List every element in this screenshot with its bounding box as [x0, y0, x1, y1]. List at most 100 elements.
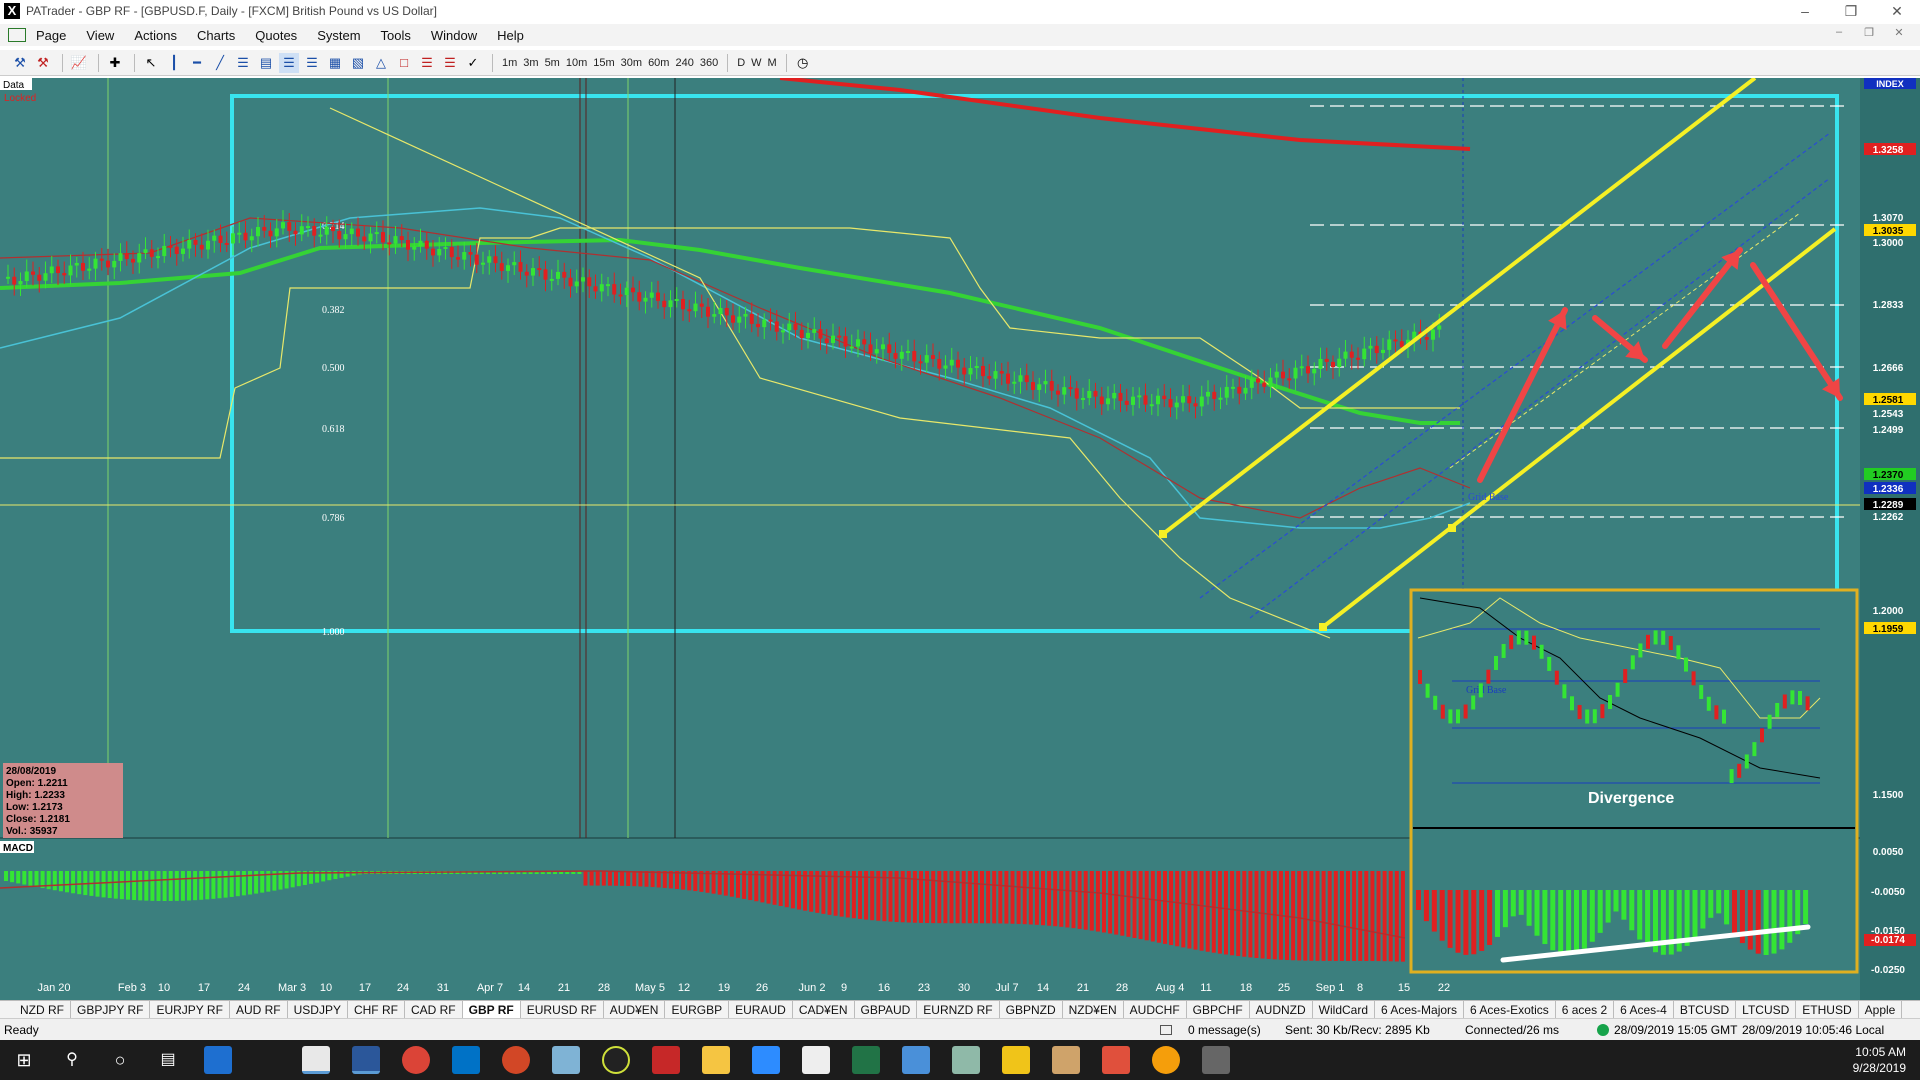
cycle-icon[interactable]: ▧ [348, 53, 368, 73]
chart-area[interactable]: DataLocked0.2140.3820.5000.6180.7861.000… [0, 78, 1920, 1000]
andrews-pitchfork-icon[interactable]: △ [371, 53, 391, 73]
symbol-tab[interactable]: AUD RF [230, 1001, 288, 1018]
chrome-icon[interactable] [402, 1046, 430, 1074]
minimize-icon[interactable]: – [1782, 0, 1828, 22]
symbol-tab[interactable]: 6 Aces-Exotics [1464, 1001, 1556, 1018]
edge-browser-icon[interactable] [204, 1046, 232, 1074]
close-icon[interactable]: ✕ [1874, 0, 1920, 22]
symbol-tab[interactable]: AUD¥EN [604, 1001, 666, 1018]
patrader-app-icon[interactable] [302, 1046, 330, 1074]
menu-charts[interactable]: Charts [187, 28, 245, 43]
menu-actions[interactable]: Actions [124, 28, 187, 43]
page-icon[interactable] [8, 28, 26, 42]
app-icon-16[interactable] [1052, 1046, 1080, 1074]
menu-system[interactable]: System [307, 28, 370, 43]
cortana-icon[interactable]: ○ [106, 1046, 134, 1074]
timeframe-3m[interactable]: 3m [520, 57, 541, 69]
child-restore-icon[interactable]: ❐ [1854, 26, 1884, 39]
link-icon[interactable]: ⚒ [10, 53, 30, 73]
symbol-tab[interactable]: AUDCHF [1124, 1001, 1187, 1018]
menu-window[interactable]: Window [421, 28, 487, 43]
child-close-icon[interactable]: ✕ [1884, 26, 1914, 39]
restore-icon[interactable]: ❐ [1828, 0, 1874, 22]
symbol-tab[interactable]: BTCUSD [1674, 1001, 1737, 1018]
symbol-tab[interactable]: ETHUSD [1796, 1001, 1859, 1018]
file-explorer-icon[interactable] [1002, 1046, 1030, 1074]
app-icon-7[interactable] [602, 1046, 630, 1074]
zoom-icon[interactable] [752, 1046, 780, 1074]
horizontal-line-icon[interactable]: ━ [187, 53, 207, 73]
symbol-tab[interactable]: NZD¥EN [1063, 1001, 1124, 1018]
symbol-tab[interactable]: WildCard [1313, 1001, 1376, 1018]
menu-page[interactable]: Page [26, 28, 76, 43]
symbol-tab[interactable]: LTCUSD [1736, 1001, 1797, 1018]
app-icon-13[interactable] [902, 1046, 930, 1074]
timeframe-d[interactable]: D [734, 57, 748, 69]
symbol-tab[interactable]: CAD RF [405, 1001, 463, 1018]
search-icon[interactable]: ⚲ [58, 1046, 86, 1074]
timeframe-240[interactable]: 240 [672, 57, 696, 69]
app-icon-19[interactable] [1202, 1046, 1230, 1074]
word-icon[interactable] [352, 1046, 380, 1074]
symbol-tab[interactable]: GBP RF [462, 1001, 521, 1018]
chart-icon[interactable]: 📈 [69, 53, 89, 73]
vertical-line-icon[interactable]: ┃ [164, 53, 184, 73]
app-icon-17[interactable] [1102, 1046, 1130, 1074]
app-icon-6[interactable] [552, 1046, 580, 1074]
symbol-tab[interactable]: GBPCHF [1187, 1001, 1250, 1018]
fib-fan-icon[interactable]: ☰ [233, 53, 253, 73]
symbol-tab[interactable]: NZD RF [14, 1001, 71, 1018]
symbol-tab[interactable]: EURGBP [665, 1001, 730, 1018]
gann-icon[interactable]: ▦ [325, 53, 345, 73]
rectangle-icon[interactable]: □ [394, 53, 414, 73]
symbol-tab[interactable]: USDJPY [288, 1001, 348, 1018]
app-icon-8[interactable] [652, 1046, 680, 1074]
timeframe-m[interactable]: M [765, 57, 780, 69]
fib-extension-icon[interactable]: ☰ [302, 53, 322, 73]
symbol-tab[interactable]: CAD¥EN [793, 1001, 855, 1018]
symbol-tab[interactable]: EURJPY RF [150, 1001, 230, 1018]
symbol-tab[interactable]: 6 Aces-4 [1614, 1001, 1674, 1018]
calculator-icon[interactable] [802, 1046, 830, 1074]
text-icon[interactable]: ☰ [417, 53, 437, 73]
timeframe-15m[interactable]: 15m [590, 57, 617, 69]
timeframe-60m[interactable]: 60m [645, 57, 672, 69]
channel-icon[interactable]: ▤ [256, 53, 276, 73]
app-icon-9[interactable] [702, 1046, 730, 1074]
fib-retracement-icon[interactable]: ☰ [279, 52, 299, 73]
excel-icon[interactable] [852, 1046, 880, 1074]
timeframe-360[interactable]: 360 [697, 57, 721, 69]
menu-quotes[interactable]: Quotes [245, 28, 307, 43]
symbol-tab[interactable]: AUDNZD [1250, 1001, 1313, 1018]
symbol-tab[interactable]: GBPJPY RF [71, 1001, 151, 1018]
timeframe-10m[interactable]: 10m [563, 57, 590, 69]
menu-help[interactable]: Help [487, 28, 534, 43]
timeframe-1m[interactable]: 1m [499, 57, 520, 69]
timeframe-30m[interactable]: 30m [618, 57, 645, 69]
symbol-tab[interactable]: EURAUD [729, 1001, 793, 1018]
timeframe-5m[interactable]: 5m [542, 57, 563, 69]
symbol-tab[interactable]: 6 aces 2 [1556, 1001, 1615, 1018]
timeframe-w[interactable]: W [748, 57, 764, 69]
powerpoint-icon[interactable] [502, 1046, 530, 1074]
menu-tools[interactable]: Tools [371, 28, 421, 43]
symbol-tab[interactable]: 6 Aces-Majors [1375, 1001, 1465, 1018]
menu-view[interactable]: View [76, 28, 124, 43]
unlink-icon[interactable]: ⚒ [33, 53, 53, 73]
crosshair-icon[interactable]: ✚ [105, 53, 125, 73]
symbol-tab[interactable]: GBPAUD [855, 1001, 918, 1018]
pointer-icon[interactable]: ↖ [141, 53, 161, 73]
outlook-icon[interactable] [452, 1046, 480, 1074]
taskbar-clock[interactable]: 10:05 AM 9/28/2019 [1853, 1044, 1906, 1076]
symbol-tab[interactable]: CHF RF [348, 1001, 405, 1018]
app-icon-14[interactable] [952, 1046, 980, 1074]
price-chart[interactable]: DataLocked0.2140.3820.5000.6180.7861.000… [0, 78, 1920, 1000]
task-view-icon[interactable]: ▤ [154, 1046, 182, 1074]
symbol-tab[interactable]: EURUSD RF [521, 1001, 604, 1018]
windows-start-icon[interactable]: ⊞ [10, 1046, 38, 1074]
app-icon-18[interactable] [1152, 1046, 1180, 1074]
symbol-tab[interactable]: EURNZD RF [917, 1001, 1000, 1018]
trend-angle-icon[interactable]: ✓ [463, 53, 483, 73]
symbol-tab[interactable]: GBPNZD [1000, 1001, 1063, 1018]
child-minimize-icon[interactable]: – [1824, 26, 1854, 39]
